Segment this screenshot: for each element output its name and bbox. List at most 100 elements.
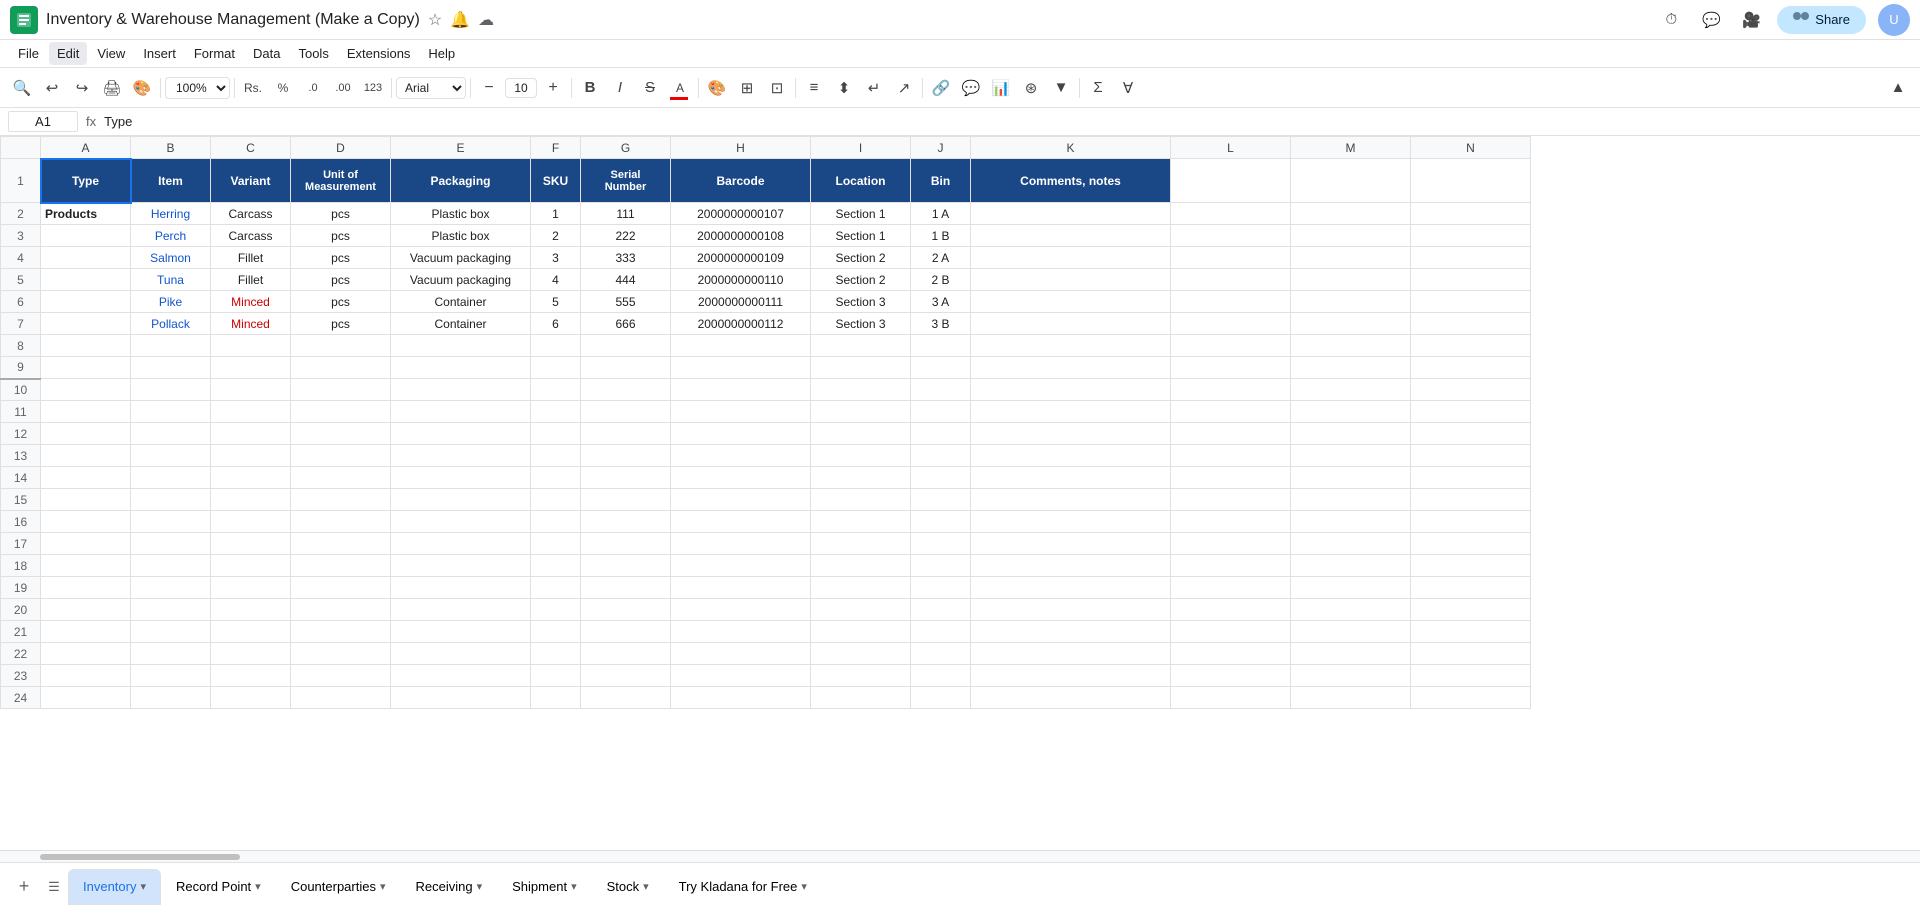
functions-button[interactable]: Σ [1084, 74, 1112, 102]
col-header-D[interactable]: D [291, 137, 391, 159]
star-icon[interactable]: ☆ [428, 10, 442, 30]
italic-button[interactable]: I [606, 74, 634, 102]
col-header-I[interactable]: I [811, 137, 911, 159]
tab-receiving-chevron[interactable]: ▾ [477, 880, 483, 893]
filter-button[interactable]: ⊛ [1017, 74, 1045, 102]
cell-2-K[interactable] [971, 203, 1171, 225]
cell-6-E[interactable]: Container [391, 291, 531, 313]
search-icon[interactable]: 🔍 [8, 74, 36, 102]
cell-6-C[interactable]: Minced [211, 291, 291, 313]
cell-5-H[interactable]: 2000000000110 [671, 269, 811, 291]
tab-record-point-chevron[interactable]: ▾ [255, 880, 261, 893]
zoom-select[interactable]: 100% 75% 125% [165, 77, 230, 99]
bold-button[interactable]: B [576, 74, 604, 102]
formula-input[interactable] [104, 114, 1912, 129]
cell-4-G[interactable]: 333 [581, 247, 671, 269]
cell-7-E[interactable]: Container [391, 313, 531, 335]
cell-2-E[interactable]: Plastic box [391, 203, 531, 225]
cell-2-G[interactable]: 111 [581, 203, 671, 225]
cell-7-J[interactable]: 3 B [911, 313, 971, 335]
cell-4-L[interactable] [1171, 247, 1291, 269]
borders-button[interactable]: ⊞ [733, 74, 761, 102]
cell-4-E[interactable]: Vacuum packaging [391, 247, 531, 269]
cell-3-I[interactable]: Section 1 [811, 225, 911, 247]
cell-7-F[interactable]: 6 [531, 313, 581, 335]
cell-7-G[interactable]: 666 [581, 313, 671, 335]
collapse-toolbar-icon[interactable]: ▲ [1884, 74, 1912, 102]
text-color-button[interactable]: A [666, 74, 694, 102]
cell-6-D[interactable]: pcs [291, 291, 391, 313]
cell-6-N[interactable] [1411, 291, 1531, 313]
header-comments[interactable]: Comments, notes [971, 159, 1171, 203]
cell-6-B[interactable]: Pike [131, 291, 211, 313]
cell-6-K[interactable] [971, 291, 1171, 313]
col-header-E[interactable]: E [391, 137, 531, 159]
cell-7-I[interactable]: Section 3 [811, 313, 911, 335]
horizontal-scrollbar[interactable] [0, 850, 1920, 862]
cell-3-F[interactable]: 2 [531, 225, 581, 247]
menu-edit[interactable]: Edit [49, 42, 87, 65]
cell-2-F[interactable]: 1 [531, 203, 581, 225]
menu-extensions[interactable]: Extensions [339, 42, 419, 65]
font-size-input[interactable] [505, 78, 537, 98]
cell-7-L[interactable] [1171, 313, 1291, 335]
cell-4-M[interactable] [1291, 247, 1411, 269]
cell-6-I[interactable]: Section 3 [811, 291, 911, 313]
font-size-increase[interactable]: + [539, 74, 567, 102]
cell-6-G[interactable]: 555 [581, 291, 671, 313]
cell-1-L[interactable] [1171, 159, 1291, 203]
menu-data[interactable]: Data [245, 42, 288, 65]
link-button[interactable]: 🔗 [927, 74, 955, 102]
tab-try-kladana[interactable]: Try Kladana for Free ▾ [664, 869, 822, 905]
cell-5-C[interactable]: Fillet [211, 269, 291, 291]
header-sku[interactable]: SKU [531, 159, 581, 203]
more-button[interactable]: ∀ [1114, 74, 1142, 102]
cell-6-J[interactable]: 3 A [911, 291, 971, 313]
header-item[interactable]: Item [131, 159, 211, 203]
wrap-button[interactable]: ↵ [860, 74, 888, 102]
tab-inventory[interactable]: Inventory ▾ [68, 869, 161, 905]
header-variant[interactable]: Variant [211, 159, 291, 203]
col-header-G[interactable]: G [581, 137, 671, 159]
tab-receiving[interactable]: Receiving ▾ [401, 869, 498, 905]
cell-7-N[interactable] [1411, 313, 1531, 335]
cell-2-N[interactable] [1411, 203, 1531, 225]
cell-5-N[interactable] [1411, 269, 1531, 291]
cell-5-J[interactable]: 2 B [911, 269, 971, 291]
comment-btn[interactable]: 💬 [957, 74, 985, 102]
cell-4-C[interactable]: Fillet [211, 247, 291, 269]
cell-2-H[interactable]: 2000000000107 [671, 203, 811, 225]
filter-views-button[interactable]: ▼ [1047, 74, 1075, 102]
cell-4-B[interactable]: Salmon [131, 247, 211, 269]
cell-2-A[interactable]: Products [41, 203, 131, 225]
undo-icon[interactable]: ↩ [38, 74, 66, 102]
cell-6-L[interactable] [1171, 291, 1291, 313]
cell-4-A[interactable] [41, 247, 131, 269]
camera-icon[interactable]: 🎥 [1737, 6, 1765, 34]
tab-shipment[interactable]: Shipment ▾ [497, 869, 591, 905]
decimal-dec-icon[interactable]: .0 [299, 74, 327, 102]
cell-3-M[interactable] [1291, 225, 1411, 247]
cell-1-N[interactable] [1411, 159, 1531, 203]
cell-6-A[interactable] [41, 291, 131, 313]
menu-format[interactable]: Format [186, 42, 243, 65]
cell-3-B[interactable]: Perch [131, 225, 211, 247]
cell-5-K[interactable] [971, 269, 1171, 291]
redo-icon[interactable]: ↪ [68, 74, 96, 102]
share-button[interactable]: Share [1777, 6, 1866, 34]
percent-icon[interactable]: % [269, 74, 297, 102]
cell-5-A[interactable] [41, 269, 131, 291]
col-header-A[interactable]: A [41, 137, 131, 159]
menu-view[interactable]: View [89, 42, 133, 65]
cell-4-F[interactable]: 3 [531, 247, 581, 269]
cell-5-D[interactable]: pcs [291, 269, 391, 291]
grid-container[interactable]: A B C D E F G H I J K L M N [0, 136, 1920, 850]
cell-5-M[interactable] [1291, 269, 1411, 291]
cell-3-H[interactable]: 2000000000108 [671, 225, 811, 247]
rotate-button[interactable]: ↗ [890, 74, 918, 102]
cell-2-J[interactable]: 1 A [911, 203, 971, 225]
cell-5-F[interactable]: 4 [531, 269, 581, 291]
cell-3-A[interactable] [41, 225, 131, 247]
decimal-inc-icon[interactable]: .00 [329, 74, 357, 102]
header-serial[interactable]: Serial Number [581, 159, 671, 203]
